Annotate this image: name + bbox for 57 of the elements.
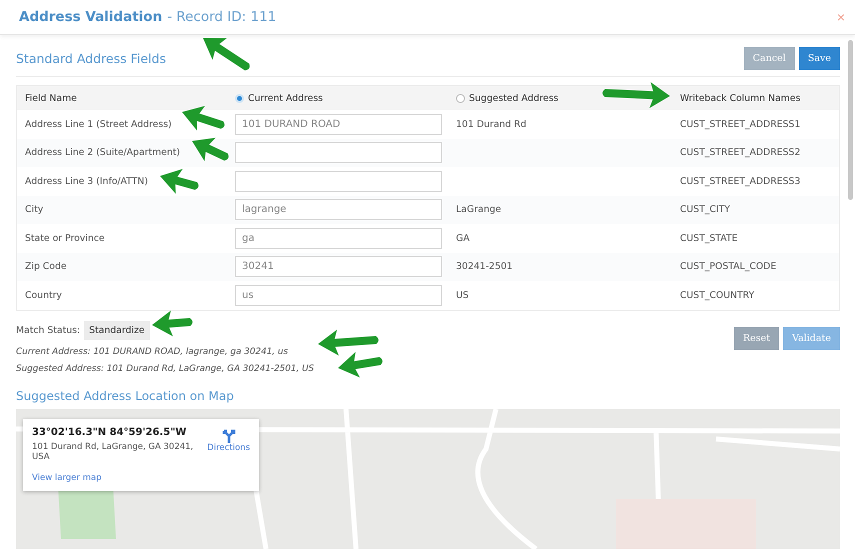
directions-link[interactable]: Directions [207,428,250,452]
action-button[interactable]: Cancel [744,47,795,70]
field-label: State or Province [25,232,105,244]
field-label: Address Line 1 (Street Address) [25,118,172,130]
column-name: CUST_CITY [680,204,730,216]
coordinates: 33°02'16.3"N 84°59'26.5"W [32,426,188,438]
pointer-arrow [338,352,382,378]
pointer-arrow [192,138,229,162]
pointer-arrow [203,38,250,70]
input-field[interactable] [235,142,442,164]
column-name: CUST_STREET_ADDRESS3 [680,176,800,187]
view-larger-map-link[interactable]: View larger map [32,472,102,483]
column-name: CUST_STATE [680,232,738,244]
pointer-arrow [152,310,192,336]
input-field[interactable]: 30241 [235,256,442,278]
map-title: Suggested Address Location on Map [16,388,235,402]
column-header: Field Name [25,92,77,104]
field-label: City [25,204,44,216]
pointer-arrow [160,168,199,194]
field-label: Address Line 2 (Suite/Apartment) [25,147,180,158]
column-name: CUST_STREET_ADDRESS1 [680,118,800,130]
field-label: Country [25,290,62,301]
column-header: Writeback Column Names [680,92,800,104]
pointer-arrow [182,106,225,131]
input-field[interactable]: lagrange [235,199,442,220]
suggested-value: 30241-2501 [456,261,513,272]
pointer-arrow [318,330,378,356]
pointer-arrow [602,82,670,108]
input-field[interactable]: us [235,284,442,306]
scrollbar[interactable] [848,40,853,200]
column-radio[interactable]: Suggested Address [456,92,558,104]
directions-icon [222,428,236,442]
address-summary: Current Address: 101 DURAND ROAD, lagrange, ga 30241, us [16,346,289,356]
column-name: CUST_POSTAL_CODE [680,261,776,272]
column-name: CUST_COUNTRY [680,290,754,301]
match-status-label: Match Status: [16,324,80,336]
suggested-value: 101 Durand Rd [456,118,526,130]
column-radio[interactable]: Current Address [235,92,323,104]
input-field[interactable]: 101 DURAND ROAD [235,114,442,135]
record-id: - Record ID: 111 [167,9,276,25]
action-button[interactable]: Save [798,47,840,70]
map-address: 101 Durand Rd, LaGrange, GA 30241, USA [32,442,194,463]
field-label: Zip Code [25,261,67,272]
action-button[interactable]: Validate [783,326,840,350]
input-field[interactable] [235,170,442,192]
address-summary: Suggested Address: 101 Durand Rd, LaGrange, GA 30241-2501, US [16,364,314,374]
column-name: CUST_STREET_ADDRESS2 [680,147,800,158]
field-label: Address Line 3 (Info/ATTN) [25,176,148,187]
suggested-value: GA [456,232,470,244]
input-field[interactable]: ga [235,228,442,249]
suggested-value: LaGrange [456,204,502,216]
action-button[interactable]: Reset [734,326,780,350]
section-title: Standard Address Fields [16,51,166,66]
window-title: Address Validation [19,9,162,25]
suggested-value: US [456,290,469,301]
close-button[interactable]: × [836,9,845,25]
match-status-badge: Standardize [84,320,150,340]
